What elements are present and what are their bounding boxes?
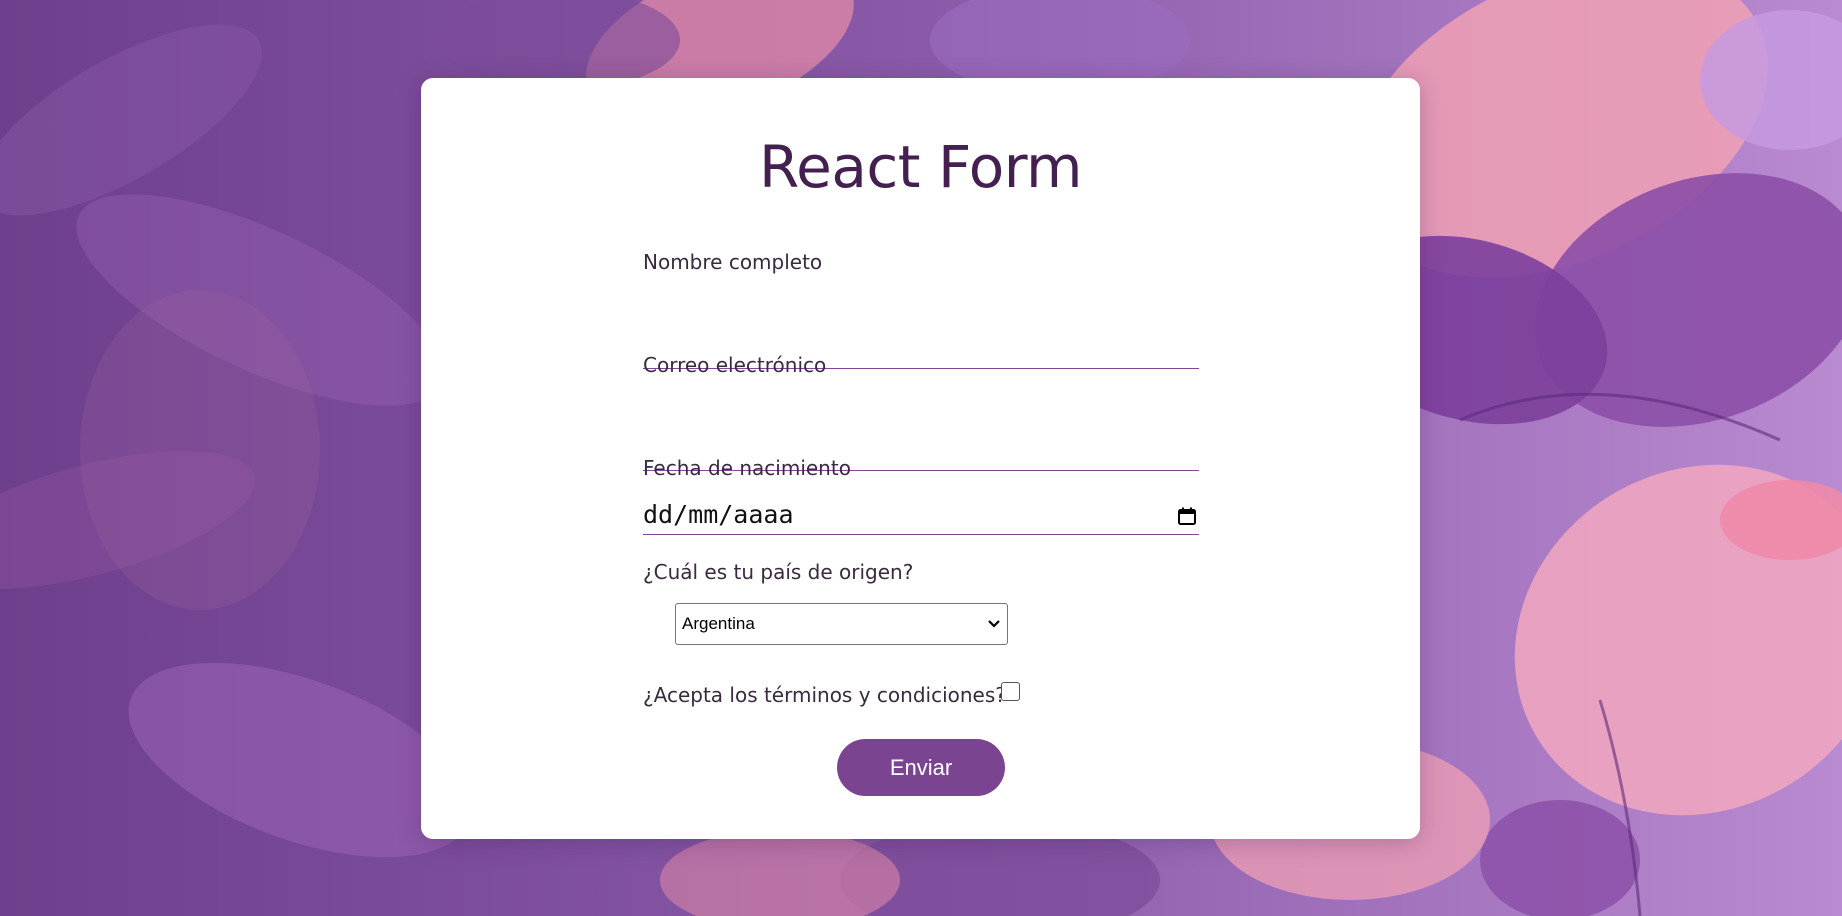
birthdate-placeholder: dd/mm/aaaa <box>643 500 794 529</box>
submit-button[interactable]: Enviar <box>837 739 1005 796</box>
birthdate-field[interactable]: dd/mm/aaaa <box>643 496 1199 535</box>
name-label: Nombre completo <box>643 250 823 274</box>
form-card: React Form Nombre completo Correo electr… <box>421 78 1420 839</box>
email-label: Correo electrónico <box>643 353 827 377</box>
chevron-down-icon <box>988 620 1000 628</box>
birthdate-label: Fecha de nacimiento <box>643 456 851 480</box>
terms-checkbox[interactable] <box>1001 682 1020 701</box>
page-title: React Form <box>758 133 1083 201</box>
country-label: ¿Cuál es tu país de origen? <box>643 560 914 584</box>
country-select[interactable]: Argentina <box>675 603 1008 645</box>
calendar-icon[interactable] <box>1177 506 1197 526</box>
terms-label: ¿Acepta los términos y condiciones? <box>643 683 1006 707</box>
country-selected-value: Argentina <box>682 614 755 633</box>
